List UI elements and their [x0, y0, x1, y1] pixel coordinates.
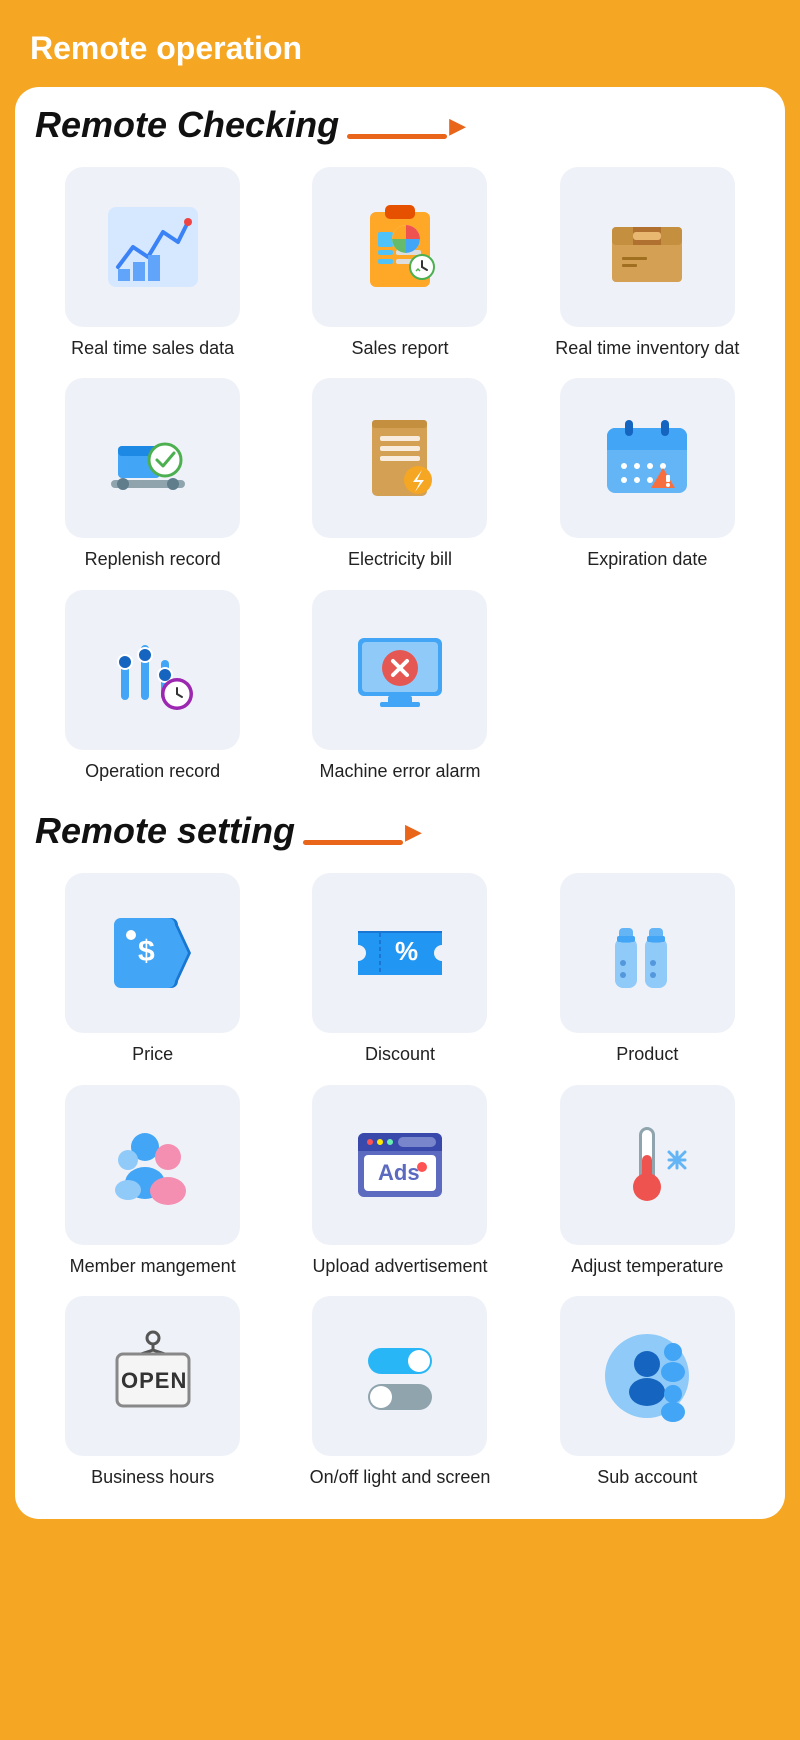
toggle-icon [350, 1326, 450, 1426]
icon-box-business-hours: OPEN [65, 1296, 240, 1456]
bottles-icon [597, 903, 697, 1003]
icon-box-machine-error [312, 590, 487, 750]
svg-text:OPEN: OPEN [121, 1368, 187, 1393]
icon-box-operation [65, 590, 240, 750]
clipboard-icon [350, 197, 450, 297]
icon-box-light-screen [312, 1296, 487, 1456]
label-sales-report: Sales report [351, 337, 448, 360]
item-electricity[interactable]: Electricity bill [282, 378, 517, 571]
chart-icon [103, 197, 203, 297]
label-sub-account: Sub account [597, 1466, 697, 1489]
item-discount[interactable]: % Discount [282, 873, 517, 1066]
label-inventory: Real time inventory dat [555, 337, 739, 360]
item-expiration[interactable]: Expiration date [530, 378, 765, 571]
svg-text:Ads: Ads [378, 1160, 420, 1185]
setting-title-arrow: ▶ [405, 819, 422, 845]
label-member: Member mangement [70, 1255, 236, 1278]
label-discount: Discount [365, 1043, 435, 1066]
label-light-screen: On/off light and screen [310, 1466, 491, 1489]
monitor-error-icon [350, 620, 450, 720]
icon-box-sales [65, 167, 240, 327]
bill-icon [350, 408, 450, 508]
icon-box-electricity [312, 378, 487, 538]
ads-icon: Ads [350, 1115, 450, 1215]
svg-text:%: % [395, 936, 418, 966]
icon-box-expiration [560, 378, 735, 538]
sliders-icon [103, 620, 203, 720]
icon-box-member [65, 1085, 240, 1245]
header: Remote operation [0, 0, 800, 87]
item-sub-account[interactable]: Sub account [530, 1296, 765, 1489]
label-machine-error: Machine error alarm [319, 760, 480, 783]
remote-checking-title: Remote Checking [35, 107, 339, 143]
page-title: Remote operation [30, 30, 770, 67]
section-gap [35, 783, 765, 813]
members-icon [103, 1115, 203, 1215]
checking-grid: Real time sales data [35, 167, 765, 783]
calendar-icon [597, 408, 697, 508]
svg-text:$: $ [138, 935, 155, 968]
icon-box-advertisement: Ads [312, 1085, 487, 1245]
label-operation: Operation record [85, 760, 220, 783]
icon-box-temperature [560, 1085, 735, 1245]
item-light-screen[interactable]: On/off light and screen [282, 1296, 517, 1489]
label-electricity: Electricity bill [348, 548, 452, 571]
item-member[interactable]: Member mangement [35, 1085, 270, 1278]
conveyor-icon [103, 408, 203, 508]
item-machine-error[interactable]: Machine error alarm [282, 590, 517, 783]
icon-box-product [560, 873, 735, 1033]
box-icon [597, 197, 697, 297]
item-real-time-sales[interactable]: Real time sales data [35, 167, 270, 360]
label-price: Price [132, 1043, 173, 1066]
item-product[interactable]: Product [530, 873, 765, 1066]
item-advertisement[interactable]: Ads Upload advertisement [282, 1085, 517, 1278]
label-advertisement: Upload advertisement [312, 1255, 487, 1278]
thermometer-icon [597, 1115, 697, 1215]
item-price[interactable]: $ Price [35, 873, 270, 1066]
label-expiration: Expiration date [587, 548, 707, 571]
remote-setting-title: Remote setting [35, 813, 295, 849]
icon-box-replenish [65, 378, 240, 538]
price-tag-icon: $ [103, 903, 203, 1003]
item-inventory[interactable]: Real time inventory dat [530, 167, 765, 360]
item-operation[interactable]: Operation record [35, 590, 270, 783]
label-business-hours: Business hours [91, 1466, 214, 1489]
setting-title-underline [303, 840, 403, 845]
icon-box-inventory [560, 167, 735, 327]
main-card: Remote Checking ▶ Real time sales data [15, 87, 785, 1519]
title-arrow: ▶ [449, 113, 466, 139]
coupon-icon: % [350, 903, 450, 1003]
title-underline [347, 134, 447, 139]
label-replenish: Replenish record [85, 548, 221, 571]
accounts-icon [597, 1326, 697, 1426]
item-temperature[interactable]: Adjust temperature [530, 1085, 765, 1278]
label-product: Product [616, 1043, 678, 1066]
remote-checking-title-wrap: Remote Checking ▶ [35, 107, 765, 143]
icon-box-sub-account [560, 1296, 735, 1456]
icon-box-discount: % [312, 873, 487, 1033]
label-temperature: Adjust temperature [571, 1255, 723, 1278]
item-sales-report[interactable]: Sales report [282, 167, 517, 360]
icon-box-price: $ [65, 873, 240, 1033]
icon-box-report [312, 167, 487, 327]
label-real-time-sales: Real time sales data [71, 337, 234, 360]
open-sign-icon: OPEN [103, 1326, 203, 1426]
remote-setting-title-wrap: Remote setting ▶ [35, 813, 765, 849]
item-business-hours[interactable]: OPEN Business hours [35, 1296, 270, 1489]
item-replenish[interactable]: Replenish record [35, 378, 270, 571]
setting-grid: $ Price % Discount [35, 873, 765, 1489]
